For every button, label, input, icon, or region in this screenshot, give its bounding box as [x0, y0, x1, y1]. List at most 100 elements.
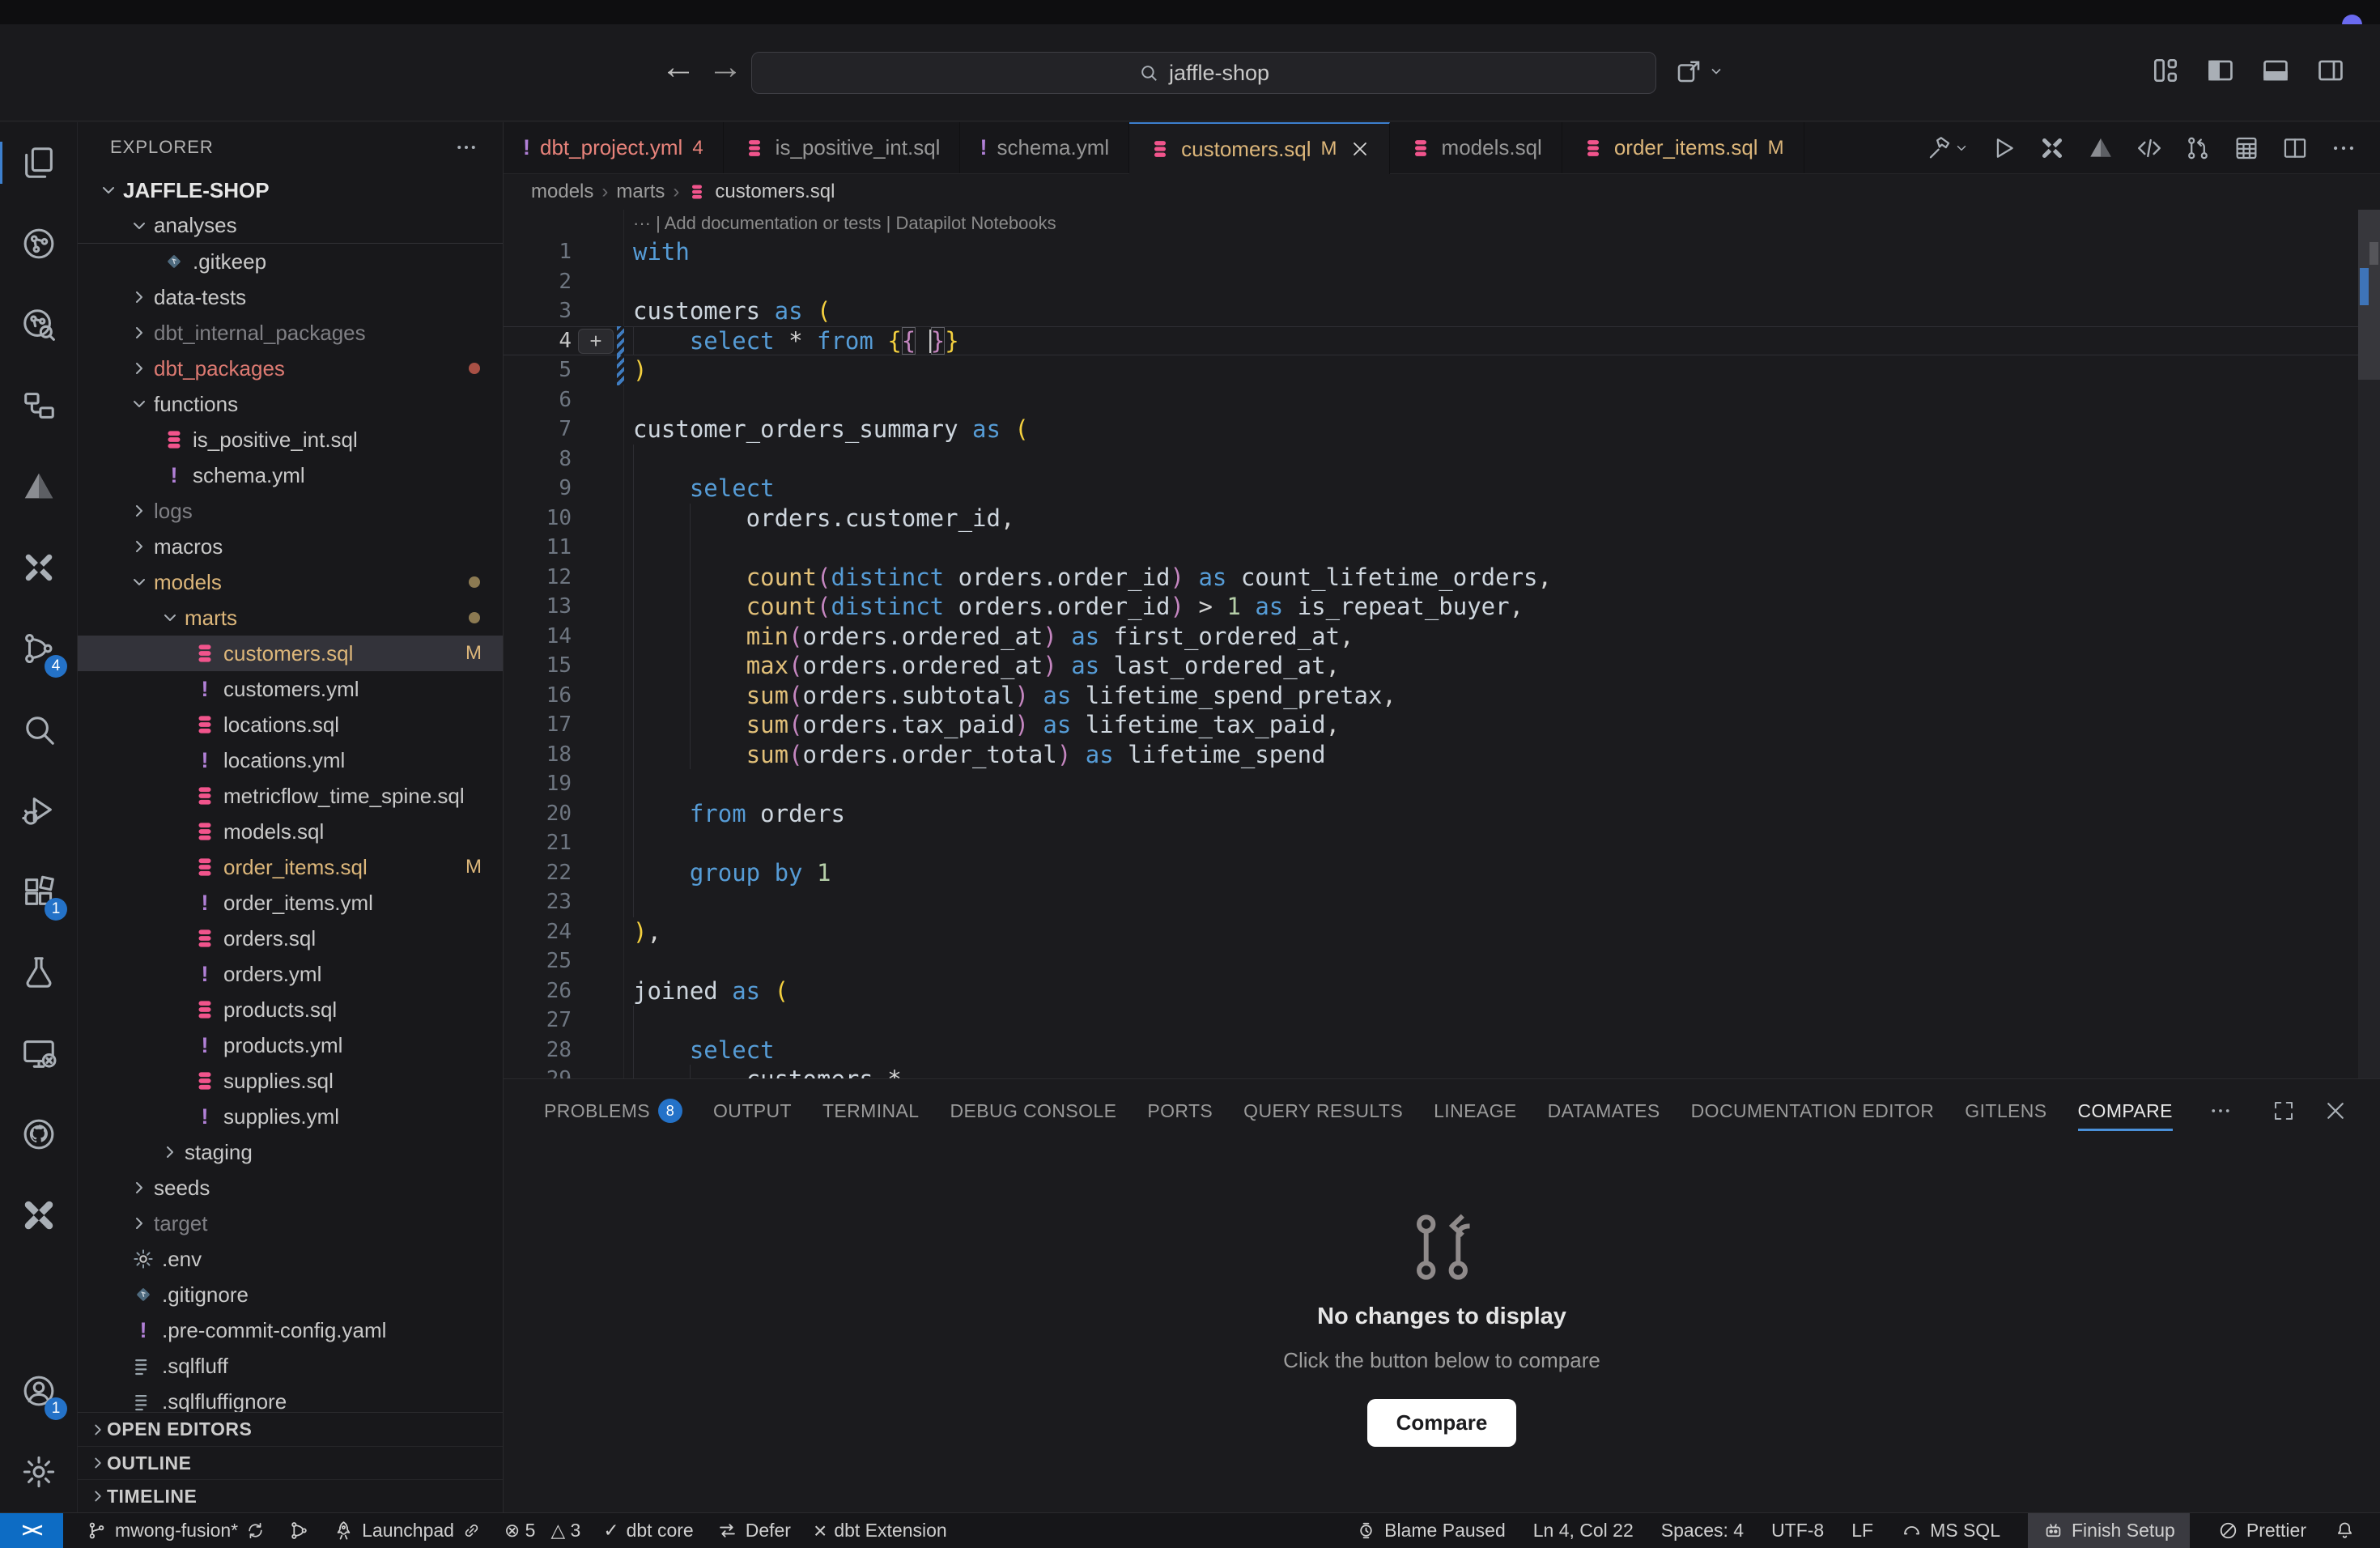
code-line-14[interactable]: 14 min(orders.ordered_at) as first_order…: [504, 622, 2380, 652]
activity-item-run-and-debug[interactable]: [0, 770, 77, 851]
action-dbt-logo[interactable]: [2087, 134, 2114, 162]
back-button[interactable]: ←: [657, 47, 699, 87]
status-finish-setup[interactable]: Finish Setup: [2028, 1513, 2190, 1548]
activity-item-accounts[interactable]: 1: [0, 1350, 77, 1431]
code-line-2[interactable]: 2: [504, 267, 2380, 297]
code-line-15[interactable]: 15 max(orders.ordered_at) as last_ordere…: [504, 651, 2380, 681]
code-line-18[interactable]: 18 sum(orders.order_total) as lifetime_s…: [504, 740, 2380, 770]
code-line-20[interactable]: 20 from orders: [504, 799, 2380, 829]
action-query-results-grid[interactable]: [2233, 134, 2260, 162]
tree-item-schema-yml[interactable]: !schema.yml: [78, 457, 503, 493]
status-dbt-core[interactable]: ✓dbt core: [603, 1520, 693, 1542]
panel-tab-terminal[interactable]: TERMINAL: [822, 1079, 920, 1142]
code-line-12[interactable]: 12 count(distinct orders.order_id) as co…: [504, 563, 2380, 593]
tree-item-jaffle-shop[interactable]: JAFFLE-SHOP: [78, 172, 503, 208]
tree-item-macros[interactable]: macros: [78, 529, 503, 564]
activity-item-explorer[interactable]: [0, 122, 77, 203]
customize-layout-icon[interactable]: [2150, 55, 2181, 86]
code-line-23[interactable]: 23: [504, 887, 2380, 917]
explorer-more-icon[interactable]: [454, 135, 478, 159]
activity-item-testing[interactable]: [0, 932, 77, 1013]
panel-tab-debug-console[interactable]: DEBUG CONSOLE: [950, 1079, 1116, 1142]
tree-item-is-positive-int-sql[interactable]: is_positive_int.sql: [78, 422, 503, 457]
code-line-29[interactable]: 29 customers.*,: [504, 1065, 2380, 1078]
tree-item-orders-yml[interactable]: !orders.yml: [78, 956, 503, 992]
activity-item-remote-explorer[interactable]: [0, 1013, 77, 1094]
editor-scrollbar[interactable]: [2358, 210, 2380, 1078]
code-line-26[interactable]: 26joined as (: [504, 976, 2380, 1006]
code-line-13[interactable]: 13 count(distinct orders.order_id) > 1 a…: [504, 592, 2380, 622]
code-line-7[interactable]: 7customer_orders_summary as (: [504, 415, 2380, 444]
panel-tab-query-results[interactable]: QUERY RESULTS: [1243, 1079, 1403, 1142]
status-encoding[interactable]: UTF-8: [1771, 1520, 1824, 1542]
status-git-graph[interactable]: [288, 1520, 310, 1542]
action-dbt-power-user[interactable]: [2038, 134, 2066, 162]
code-line-16[interactable]: 16 sum(orders.subtotal) as lifetime_spen…: [504, 681, 2380, 711]
code-line-11[interactable]: 11: [504, 533, 2380, 563]
code-line-3[interactable]: 3customers as (: [504, 296, 2380, 326]
status-eol[interactable]: LF: [1851, 1520, 1873, 1542]
status-launchpad[interactable]: Launchpad: [333, 1520, 482, 1542]
tree-item-order-items-sql[interactable]: order_items.sqlM: [78, 849, 503, 885]
code-line-9[interactable]: 9 select: [504, 474, 2380, 504]
action-build-hammer[interactable]: [1927, 134, 1969, 162]
tree-item-staging[interactable]: staging: [78, 1134, 503, 1170]
code-line-8[interactable]: 8: [504, 444, 2380, 474]
tree-item-models-sql[interactable]: models.sql: [78, 814, 503, 849]
tree-item--gitignore[interactable]: .gitignore: [78, 1277, 503, 1312]
action-more-actions[interactable]: [2330, 134, 2357, 162]
code-line-1[interactable]: 1with: [504, 237, 2380, 267]
activity-item-search[interactable]: [0, 689, 77, 770]
action-split-editor[interactable]: [2281, 134, 2309, 162]
status-dbt-extension[interactable]: ×dbt Extension: [814, 1518, 947, 1544]
tab-dbt-project-yml[interactable]: !dbt_project.yml4: [504, 122, 724, 173]
status-defer[interactable]: Defer: [716, 1520, 791, 1542]
tree-item-data-tests[interactable]: data-tests: [78, 279, 503, 315]
status-blame[interactable]: Blame Paused: [1355, 1520, 1506, 1542]
close-icon[interactable]: [1350, 139, 1370, 159]
tree-item-seeds[interactable]: seeds: [78, 1170, 503, 1206]
status-notifications-bell[interactable]: [2334, 1520, 2356, 1542]
code-line-6[interactable]: 6: [504, 385, 2380, 415]
activity-item-query-lineage[interactable]: [0, 203, 77, 284]
breadcrumb-item[interactable]: models: [531, 181, 593, 203]
tree-item-logs[interactable]: logs: [78, 493, 503, 529]
activity-item-dbt[interactable]: [0, 446, 77, 527]
tree-item--pre-commit-config-yaml[interactable]: !.pre-commit-config.yaml: [78, 1312, 503, 1348]
section-open-editors[interactable]: OPEN EDITORS: [78, 1413, 503, 1446]
tree-item-functions[interactable]: functions: [78, 386, 503, 422]
tree-item-customers-sql[interactable]: customers.sqlM: [78, 636, 503, 671]
action-inline-code[interactable]: [2136, 134, 2163, 162]
action-run-query[interactable]: [1990, 134, 2017, 162]
activity-item-data-flow[interactable]: [0, 365, 77, 446]
tab-is-positive-int-sql[interactable]: is_positive_int.sql: [724, 122, 961, 173]
status-git-branch[interactable]: mwong-fusion*: [86, 1520, 266, 1542]
status-language-mode[interactable]: MS SQL: [1901, 1520, 2000, 1542]
breadcrumb[interactable]: models › marts › customers.sql: [504, 174, 2380, 210]
toggle-sidebar-icon[interactable]: [2205, 55, 2236, 86]
code-line-17[interactable]: 17 sum(orders.tax_paid) as lifetime_tax_…: [504, 710, 2380, 740]
status-indentation[interactable]: Spaces: 4: [1661, 1520, 1744, 1542]
tree-item-analyses[interactable]: analyses: [78, 208, 503, 244]
code-line-19[interactable]: 19: [504, 769, 2380, 799]
tree-item-locations-sql[interactable]: locations.sql: [78, 707, 503, 742]
panel-tab-documentation-editor[interactable]: DOCUMENTATION EDITOR: [1691, 1079, 1935, 1142]
tree-item-products-sql[interactable]: products.sql: [78, 992, 503, 1027]
code-line-25[interactable]: 25: [504, 946, 2380, 976]
activity-item-github[interactable]: [0, 1094, 77, 1175]
add-test-button[interactable]: +: [578, 329, 614, 354]
status-problems[interactable]: ⊗ 5△ 3: [504, 1520, 580, 1542]
toggle-panel-icon[interactable]: [2260, 55, 2291, 86]
activity-item-dbt-power-user[interactable]: [0, 527, 77, 608]
panel-tab-ports[interactable]: PORTS: [1147, 1079, 1213, 1142]
tree-item-supplies-yml[interactable]: !supplies.yml: [78, 1099, 503, 1134]
close-panel-icon[interactable]: [2323, 1099, 2348, 1123]
code-line-4[interactable]: 4+ select * from {{ }}: [504, 326, 2380, 356]
status-prettier[interactable]: Prettier: [2217, 1520, 2306, 1542]
tab-customers-sql[interactable]: customers.sqlM: [1129, 122, 1389, 174]
panel-tab-lineage[interactable]: LINEAGE: [1434, 1079, 1517, 1142]
code-line-10[interactable]: 10 orders.customer_id,: [504, 504, 2380, 534]
activity-item-settings[interactable]: [0, 1431, 77, 1512]
code-line-22[interactable]: 22 group by 1: [504, 858, 2380, 888]
code-line-5[interactable]: 5): [504, 355, 2380, 385]
